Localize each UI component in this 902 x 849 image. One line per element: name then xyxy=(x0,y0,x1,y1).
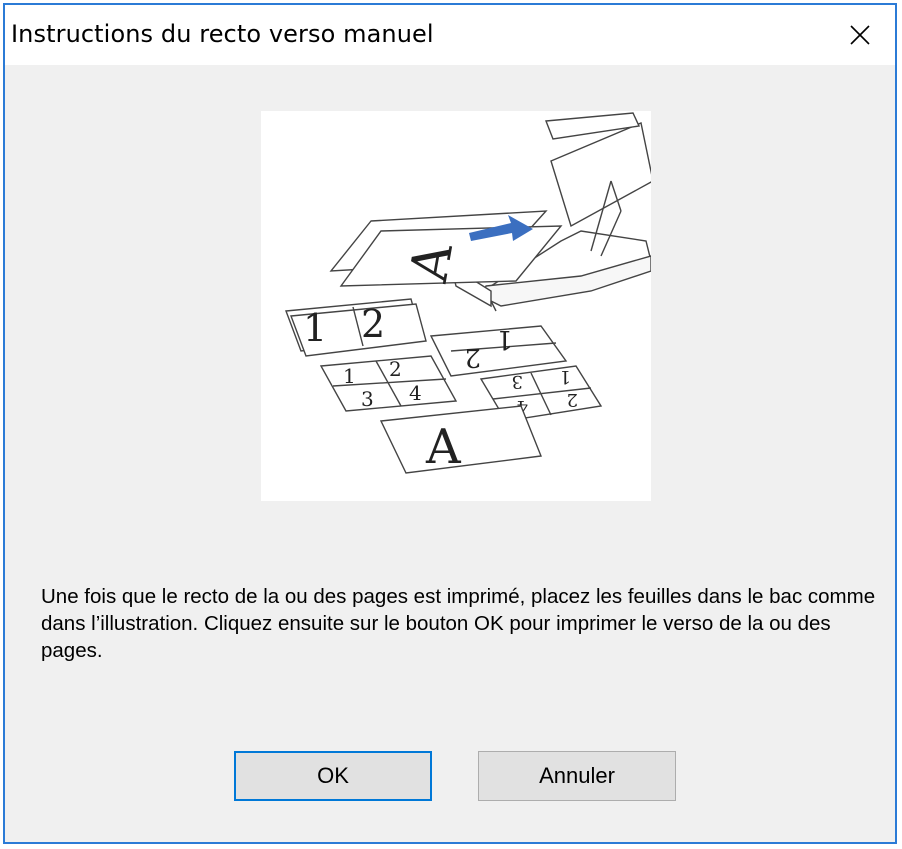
svg-text:3: 3 xyxy=(512,371,523,392)
instruction-message: Une fois que le recto de la ou des pages… xyxy=(41,585,876,662)
printer-illustration-svg: A 1 2 1 2 1 2 3 4 3 1 4 2 A xyxy=(285,112,654,475)
svg-text:2: 2 xyxy=(389,357,402,381)
title-bar: Instructions du recto verso manuel xyxy=(5,5,895,65)
svg-text:1: 1 xyxy=(560,366,571,387)
svg-text:2: 2 xyxy=(361,302,385,346)
svg-text:4: 4 xyxy=(409,381,422,405)
duplex-printer-tray-illustration: A 1 2 1 2 1 2 3 4 3 1 4 2 A xyxy=(261,111,654,501)
dialog-window: Instructions du recto verso manuel A 1 2… xyxy=(3,3,897,844)
svg-text:2: 2 xyxy=(567,389,578,410)
svg-text:1: 1 xyxy=(303,306,327,350)
close-icon xyxy=(850,25,870,45)
svg-text:2: 2 xyxy=(464,342,481,372)
ok-button[interactable]: OK xyxy=(234,751,432,801)
cancel-button[interactable]: Annuler xyxy=(478,751,676,801)
close-button[interactable] xyxy=(825,5,895,65)
svg-text:A: A xyxy=(425,419,462,475)
svg-text:1: 1 xyxy=(343,364,356,388)
svg-text:1: 1 xyxy=(496,324,513,354)
dialog-title: Instructions du recto verso manuel xyxy=(11,20,434,48)
svg-text:3: 3 xyxy=(361,387,374,411)
